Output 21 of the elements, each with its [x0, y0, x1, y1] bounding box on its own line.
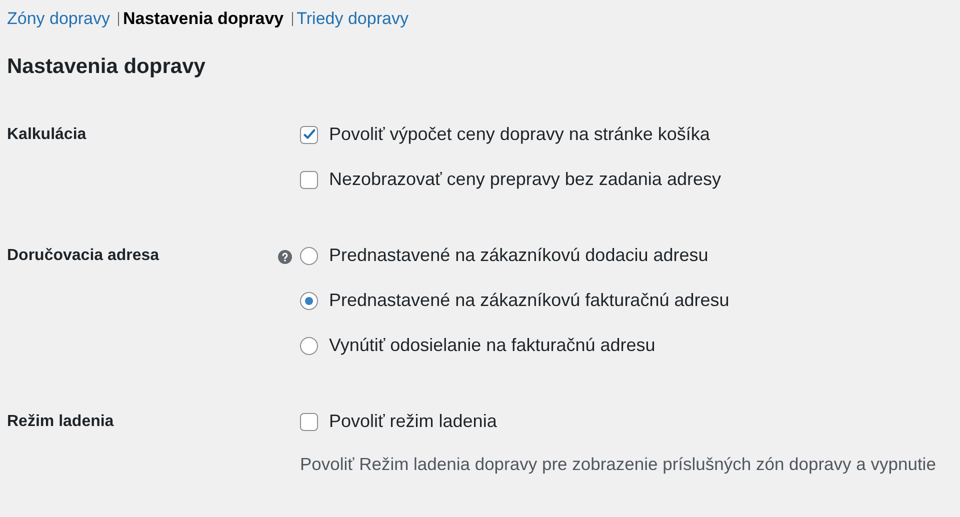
option-label: Nezobrazovať ceny prepravy bez zadania adresy	[329, 168, 721, 191]
tab-link[interactable]: Zóny dopravy	[7, 6, 110, 32]
radio-button[interactable]	[300, 336, 318, 354]
option-label: Vynútiť odosielanie na fakturačnú adresu	[329, 334, 656, 357]
page-heading: Nastavenia dopravy	[7, 54, 206, 80]
option-label: Povoliť výpočet ceny dopravy na stránke košíka	[329, 123, 710, 146]
radio-button[interactable]	[300, 246, 318, 264]
option-label: Prednastavené na zákazníkovú dodaciu adresu	[329, 244, 708, 267]
option-label: Prednastavené na zákazníkovú fakturačnú adresu	[329, 289, 730, 312]
tab-link[interactable]: Nastavenia dopravy	[123, 6, 284, 32]
tab-link[interactable]: Triedy dopravy	[296, 6, 408, 32]
checkbox[interactable]	[300, 412, 318, 430]
field-label: Režim ladenia	[7, 412, 114, 432]
checkbox[interactable]	[300, 126, 318, 144]
field-label: Doručovacia adresa	[7, 246, 160, 266]
option-label: Povoliť režim ladenia	[329, 410, 497, 433]
help-icon[interactable]	[278, 250, 292, 264]
radio-button[interactable]	[300, 292, 318, 310]
field-label: Kalkulácia	[7, 125, 86, 145]
field-description: Povoliť Režim ladenia dopravy pre zobrazenie príslušných zón dopravy a vypnutie	[300, 453, 936, 476]
checkbox[interactable]	[300, 170, 318, 188]
